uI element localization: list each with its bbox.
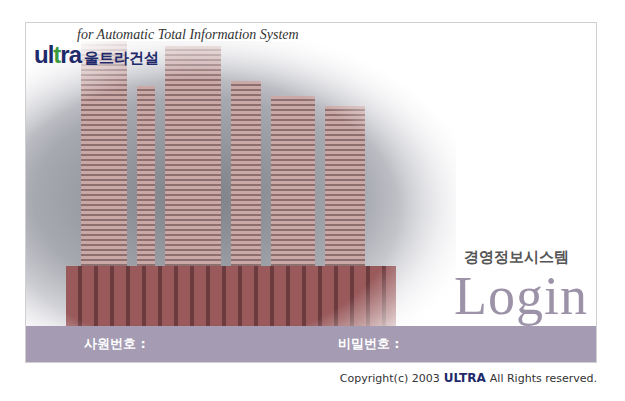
login-field[interactable]: 사원번호 : [84,335,238,353]
brand: for Automatic Total Information System u… [26,23,596,69]
system-title: 경영정보시스템 [454,248,569,267]
login-page: for Automatic Total Information System u… [0,0,625,401]
login-field[interactable]: 비밀번호 : [338,335,492,353]
buildings-photo [26,41,456,326]
logo-mark: ultra [34,41,81,69]
field-input[interactable] [150,336,238,352]
field-input[interactable] [403,336,491,352]
field-label: 사원번호 : [84,335,146,353]
login-title: Login [454,267,588,326]
company-logo: ultra 울트라건설 [34,41,596,69]
login-bar: 사원번호 : 비밀번호 : [26,326,596,362]
login-panel: for Automatic Total Information System u… [25,22,597,363]
titles: 경영정보시스템 Login [454,248,596,326]
copyright: Copyright(c) 2003 ULTRA All Rights reser… [25,371,597,385]
field-label: 비밀번호 : [338,335,400,353]
tagline: for Automatic Total Information System [34,27,596,43]
hero: for Automatic Total Information System u… [26,23,596,326]
company-name: 울트라건설 [84,49,159,68]
